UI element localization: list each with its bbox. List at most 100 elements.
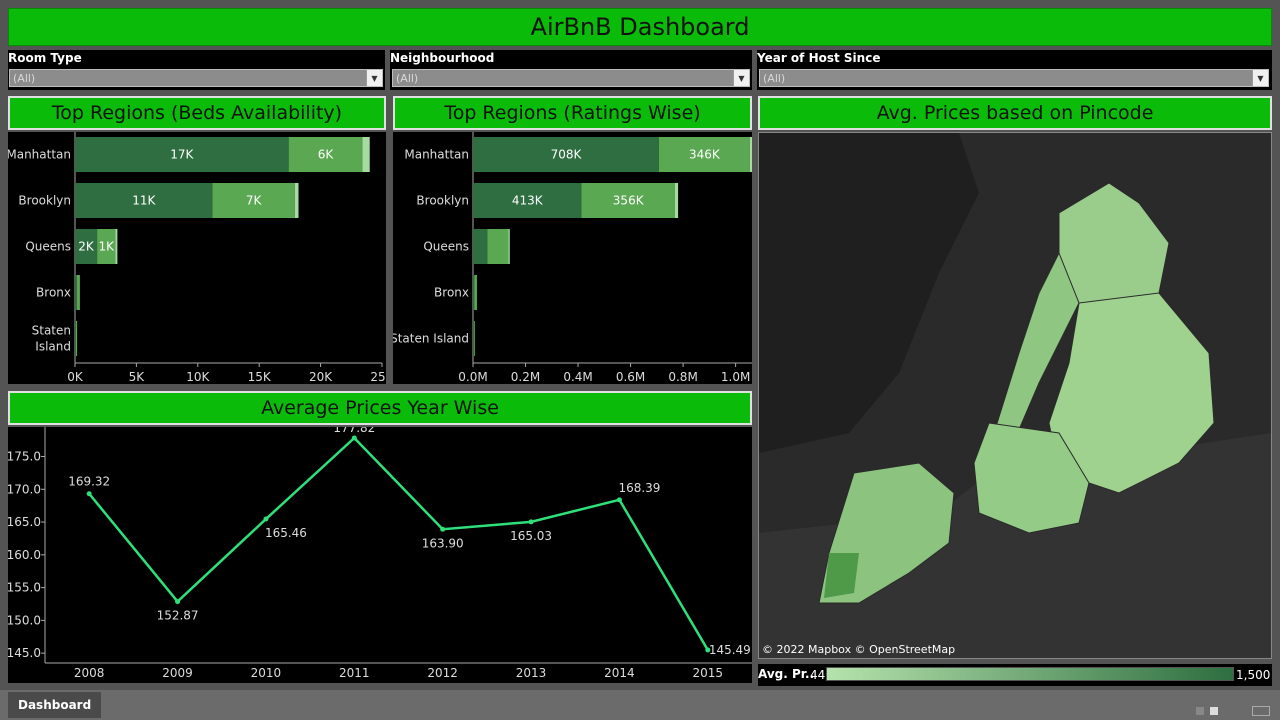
data-label: 356K: [613, 194, 645, 208]
x-tick-label: 2010: [251, 666, 282, 680]
bar-segment: [674, 183, 679, 218]
data-point: [86, 491, 92, 497]
data-point: [528, 519, 534, 525]
category-label: Staten: [32, 324, 71, 338]
category-label: Manhattan: [8, 148, 71, 162]
beds-chart-panel: Manhattan 17K 6K Brooklyn 11K 7K Queens 2K 1K Bro…: [6, 132, 395, 384]
x-tick-label: 2008: [74, 666, 105, 680]
chevron-down-icon[interactable]: ▼: [1252, 70, 1268, 86]
filter-room-type: Room Type (All) ▼: [8, 50, 385, 90]
category-label: Island: [35, 340, 71, 354]
neighbourhood-select[interactable]: (All) ▼: [392, 69, 750, 87]
bar-segment: [75, 321, 76, 356]
x-tick-label: 0.2M: [511, 370, 540, 384]
category-label: Manhattan: [404, 148, 469, 162]
panel-title-text: Top Regions (Ratings Wise): [444, 102, 701, 124]
data-point: [616, 497, 622, 503]
map-attribution: © 2022 Mapbox © OpenStreetMap: [762, 643, 956, 656]
data-label: 165.03: [510, 529, 552, 543]
footer-bar: [0, 690, 1280, 720]
y-tick-label: 145.0: [8, 646, 41, 660]
category-label: Bronx: [434, 286, 469, 300]
x-tick-label: 1.0M: [721, 370, 750, 384]
bar-segment: [75, 321, 78, 356]
category-label: Brooklyn: [416, 194, 469, 208]
x-tick-label: 2014: [604, 666, 635, 680]
bar-segment: [473, 321, 474, 356]
data-label: 168.39: [618, 481, 660, 495]
x-tick-label: 2009: [162, 666, 193, 680]
room-type-select[interactable]: (All) ▼: [9, 69, 383, 87]
y-tick-label: 150.0: [8, 613, 41, 627]
beds-panel-title: Top Regions (Beds Availability): [8, 96, 386, 130]
data-label: 708K: [551, 148, 583, 162]
bar-segment: [749, 137, 757, 172]
ratings-chart-panel: Manhattan 708K 346K Brooklyn 413K 356K Queens B…: [390, 132, 775, 384]
x-tick-label: 0.6M: [616, 370, 645, 384]
x-tick-label: 25K: [370, 370, 386, 384]
panel-title-text: Average Prices Year Wise: [261, 397, 499, 419]
category-label: Staten Island: [393, 332, 469, 346]
legend-max: 1,500: [1236, 668, 1271, 682]
map-region-dark: [824, 553, 859, 598]
data-label: 7K: [246, 194, 263, 208]
bar-segment: [474, 275, 477, 310]
tab-dashboard[interactable]: Dashboard: [8, 692, 102, 718]
pincode-map[interactable]: © 2022 Mapbox © OpenStreetMap: [758, 132, 1272, 659]
filter-label: Neighbourhood: [390, 51, 495, 65]
data-label: 17K: [170, 148, 194, 162]
prices-chart-panel: 145.0 150.0 155.0 160.0 165.0 170.0 175.0 2008 2…: [7, 421, 752, 683]
y-tick-label: 170.0: [8, 482, 41, 496]
bar-segment: [508, 229, 510, 264]
y-tick-label: 155.0: [8, 581, 41, 595]
bar-segment: [473, 275, 475, 310]
data-label: 163.90: [422, 536, 464, 550]
grid-view-icon[interactable]: [1196, 707, 1204, 715]
data-label: 145.49: [709, 643, 751, 657]
x-tick-label: 2015: [693, 666, 724, 680]
bar-segment: [115, 229, 118, 264]
y-tick-label: 165.0: [8, 515, 41, 529]
data-point: [351, 435, 357, 441]
dashboard-header: AirBnB Dashboard: [8, 8, 1272, 46]
data-label: 2K: [78, 240, 95, 254]
x-tick-label: 2013: [516, 666, 547, 680]
single-view-icon[interactable]: [1210, 707, 1218, 715]
select-value: (All): [763, 71, 786, 85]
prices-line-chart: 145.0 150.0 155.0 160.0 165.0 170.0 175.0 2008 2…: [7, 421, 752, 680]
x-tick-label: 5K: [129, 370, 146, 384]
beds-bar-chart: Manhattan 17K 6K Brooklyn 11K 7K Queens 2K 1K Bro…: [6, 132, 395, 384]
x-tick-label: 0.8M: [668, 370, 697, 384]
data-label: 165.46: [265, 526, 307, 540]
data-label: 346K: [689, 148, 721, 162]
bar-segment: [473, 229, 488, 264]
bar-segment: [487, 229, 509, 264]
filter-neighbourhood: Neighbourhood (All) ▼: [390, 50, 752, 90]
legend-gradient: [826, 667, 1234, 681]
data-label: 1K: [99, 240, 116, 254]
category-label: Brooklyn: [18, 194, 71, 208]
data-label: 152.87: [157, 609, 199, 623]
prices-panel-title: Average Prices Year Wise: [8, 391, 752, 425]
year-host-since-select[interactable]: (All) ▼: [759, 69, 1269, 87]
ratings-panel-title: Top Regions (Ratings Wise): [393, 96, 752, 130]
data-point: [263, 516, 269, 522]
chevron-down-icon[interactable]: ▼: [733, 70, 749, 86]
select-value: (All): [13, 71, 36, 85]
data-label: 6K: [318, 148, 335, 162]
data-point: [440, 526, 446, 532]
filter-label: Year of Host Since: [757, 51, 881, 65]
category-label: Queens: [423, 240, 469, 254]
select-value: (All): [396, 71, 419, 85]
ratings-bar-chart: Manhattan 708K 346K Brooklyn 413K 356K Queens B…: [390, 132, 775, 384]
x-tick-label: 0.0M: [458, 370, 487, 384]
category-label: Queens: [25, 240, 71, 254]
chevron-down-icon[interactable]: ▼: [366, 70, 382, 86]
dashboard-title: AirBnB Dashboard: [530, 13, 750, 41]
legend-label: Avg. Pr..: [758, 667, 815, 681]
tab-label: Dashboard: [18, 698, 92, 712]
map-panel-title: Avg. Prices based on Pincode: [758, 96, 1272, 130]
fullscreen-icon[interactable]: [1252, 706, 1270, 716]
x-tick-label: 0.4M: [563, 370, 592, 384]
x-tick-label: 15K: [248, 370, 272, 384]
